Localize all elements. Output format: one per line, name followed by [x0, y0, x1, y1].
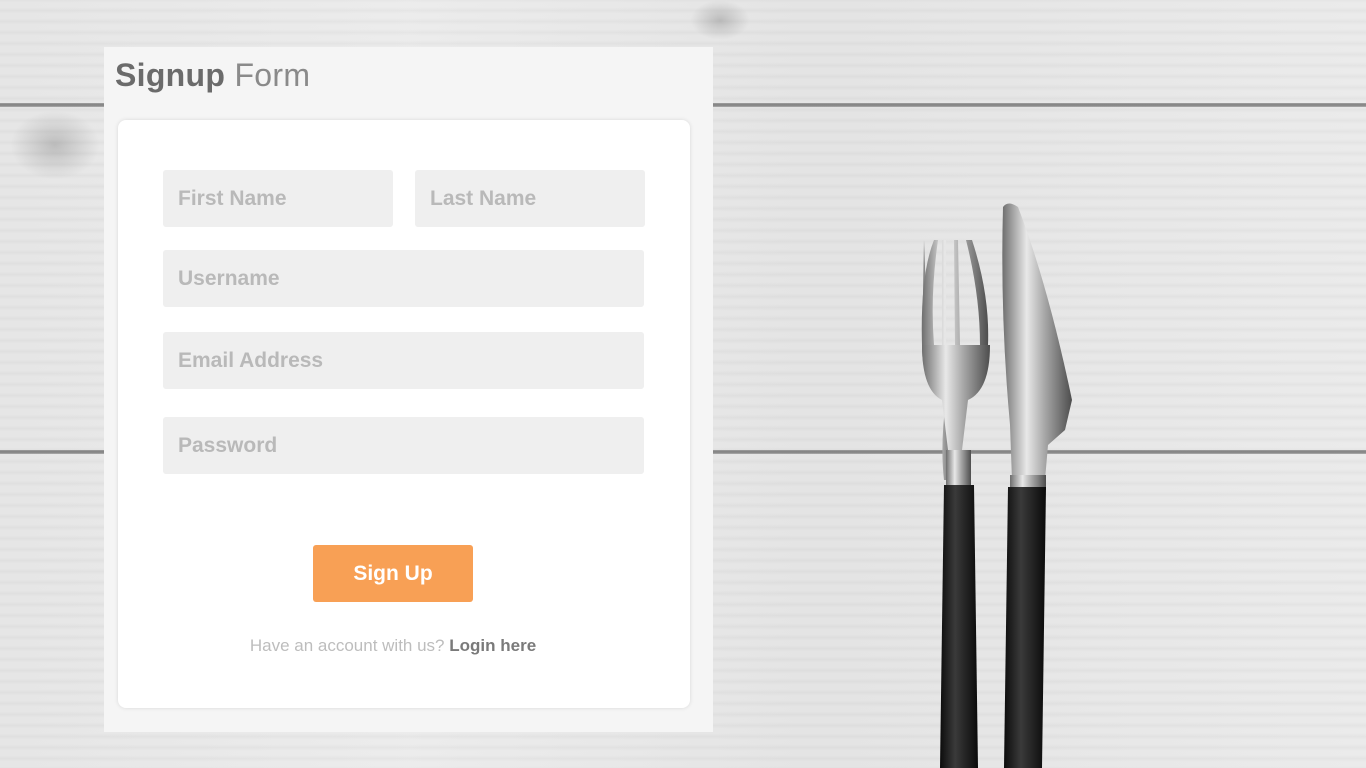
signup-form: Sign Up Have an account with us? Login h…: [118, 120, 690, 708]
title-rest: Form: [234, 57, 311, 93]
email-input[interactable]: [163, 332, 644, 389]
wood-knot: [10, 110, 100, 180]
knife-icon: [1002, 203, 1072, 768]
signup-button[interactable]: Sign Up: [313, 545, 473, 602]
wood-knot: [690, 0, 750, 40]
page-title: Signup Form: [115, 57, 310, 94]
login-prompt-text: Have an account with us?: [249, 636, 445, 655]
fork-icon: [921, 240, 990, 768]
title-strong: Signup: [115, 57, 226, 93]
password-input[interactable]: [163, 417, 644, 474]
login-link[interactable]: Login here: [449, 636, 536, 655]
signup-panel: Signup Form Sign Up Have an account with…: [104, 47, 713, 732]
username-input[interactable]: [163, 250, 644, 307]
last-name-input[interactable]: [415, 170, 645, 227]
first-name-input[interactable]: [163, 170, 393, 227]
cutlery-image: [921, 203, 1072, 768]
login-prompt-line: Have an account with us? Login here: [118, 636, 668, 656]
